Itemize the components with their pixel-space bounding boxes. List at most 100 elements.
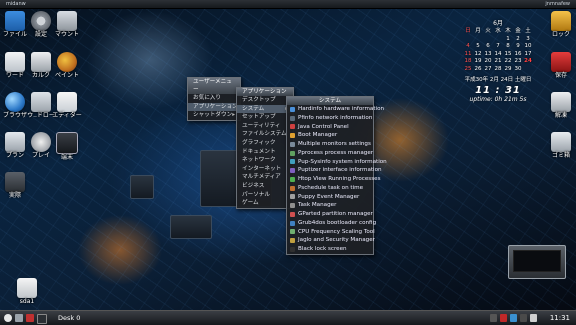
- desktop-icon-label: 実際: [8, 192, 21, 199]
- menu-item[interactable]: グラフィック: [237, 139, 293, 148]
- menu-item[interactable]: ネットワーク: [237, 156, 293, 165]
- menu-item[interactable]: マルチメディア: [237, 173, 293, 182]
- system-menu-item-label: Puppy Event Manager: [298, 193, 360, 200]
- app-icon: [290, 168, 295, 174]
- system-menu-title: システム: [287, 97, 373, 105]
- taskbar: Desk 0 11:31: [0, 310, 576, 325]
- applications-menu-title: アプリケーション: [237, 88, 293, 96]
- calendar-day: 21: [494, 58, 502, 64]
- system-menu-item[interactable]: Pfinfo network information: [287, 114, 373, 123]
- folder-icon: [5, 11, 25, 31]
- workspace-label[interactable]: Desk 0: [58, 311, 80, 325]
- app-icon: [290, 211, 295, 217]
- system-menu-item[interactable]: Puppy Event Manager: [287, 193, 373, 202]
- calendar-day: 26: [474, 65, 482, 72]
- menu-item[interactable]: セットアップ: [237, 113, 293, 122]
- monitor-screen: [513, 250, 561, 272]
- system-menu-item-label: CPU Frequency Scaling Tool: [298, 228, 375, 235]
- app-launcher-icon[interactable]: [26, 314, 34, 322]
- user-menu: ユーザーメニュー お気に入り アプリケーション ▸ シャットダウン: [187, 77, 241, 121]
- system-menu-item[interactable]: Java Control Panel: [287, 123, 373, 132]
- start-menu-icon[interactable]: [4, 314, 12, 322]
- system-menu-item[interactable]: Task Manager: [287, 201, 373, 210]
- system-menu: システム Hardinfo hardware information Pfinfo…: [286, 96, 387, 255]
- app-icon: [290, 220, 295, 226]
- menu-item[interactable]: アプリケーション ▸: [188, 102, 240, 118]
- desktop-icon-trash[interactable]: ゴミ箱: [546, 132, 576, 160]
- menu-item[interactable]: インターネット: [237, 165, 293, 174]
- terminal-icon: [56, 132, 78, 154]
- menu-item-label: システム: [242, 105, 265, 112]
- desktop-icon-editor[interactable]: エディター: [52, 92, 82, 120]
- menu-item[interactable]: ビジネス: [237, 182, 293, 191]
- show-desktop-icon[interactable]: [15, 314, 23, 322]
- system-menu-item[interactable]: Pprocess process manager: [287, 149, 373, 158]
- calendar-grid: 日月火水木金土 1 2 3 4 5 6 7 8 9 10 11 12 13 14 15 16 17 18 19 20 21…: [463, 28, 533, 73]
- calendar-day: [493, 36, 503, 44]
- system-menu-item[interactable]: CPU Frequency Scaling Tool: [287, 228, 375, 237]
- system-menu-item[interactable]: Pschedule task on time: [287, 184, 373, 193]
- menu-item[interactable]: お気に入り: [188, 94, 240, 103]
- menu-item-label: ユーティリティ: [242, 122, 281, 129]
- calendar-day: 15: [504, 50, 512, 57]
- desktop-icon-mount[interactable]: マウント: [52, 11, 82, 39]
- system-menu-item[interactable]: Boot Manager: [287, 131, 373, 140]
- menu-item-label: ビジネス: [242, 182, 265, 189]
- tray-usb-icon[interactable]: [520, 314, 527, 322]
- calendar-day: 7: [496, 43, 500, 49]
- desktop-icon-label: マウント: [54, 31, 79, 38]
- system-menu-item[interactable]: Puptizer interface information: [287, 166, 382, 175]
- system-menu-item-label: Multiple monitors settings: [298, 141, 371, 147]
- calendar-day: 13: [484, 50, 492, 57]
- app-icon: [290, 150, 295, 156]
- system-menu-item-label: Pfinfo network information: [298, 114, 373, 121]
- system-menu-item[interactable]: Black lock screen: [287, 245, 373, 254]
- desktop-icon-label: ロック: [551, 31, 570, 38]
- system-menu-item[interactable]: Pup-Sysinfo system information: [287, 158, 387, 167]
- system-menu-item[interactable]: GParted partition manager: [287, 210, 373, 219]
- system-menu-item[interactable]: Jaglo and Security Manager: [287, 236, 375, 245]
- desktop-icon-save[interactable]: 保存: [546, 52, 576, 80]
- desktop-icon-unpack[interactable]: 解凍: [546, 92, 576, 120]
- calendar-day: 17: [524, 50, 532, 57]
- app-icon: [290, 185, 295, 191]
- calendar-weekday: 土: [525, 28, 531, 34]
- calendar-weekday: 火: [485, 28, 491, 34]
- tray-network-icon[interactable]: [490, 314, 497, 322]
- gear-icon: [31, 11, 51, 31]
- tray-volume-icon[interactable]: [510, 314, 517, 322]
- desktop-icon-lock[interactable]: ロック: [546, 11, 576, 39]
- tray-battery-icon[interactable]: [530, 314, 537, 322]
- system-menu-item[interactable]: Multiple monitors settings: [287, 140, 373, 149]
- desktop-icon-paint[interactable]: ペイント: [52, 52, 82, 80]
- menu-item-label: ゲーム: [242, 200, 259, 207]
- wallpaper-chip: [170, 215, 212, 239]
- menu-item[interactable]: システム▸: [237, 104, 293, 114]
- calendar-weekday: 月: [475, 28, 481, 34]
- system-menu-item[interactable]: Hardinfo hardware information: [287, 105, 384, 114]
- system-menu-item[interactable]: Htop View Running Processes: [287, 175, 380, 184]
- desktop-icon-terminal[interactable]: 端末: [52, 132, 82, 162]
- desktop-icon-install[interactable]: 実際: [0, 172, 30, 200]
- menu-item[interactable]: ファイルシステム: [237, 130, 293, 139]
- tray-shield-icon[interactable]: [500, 314, 507, 322]
- wallpaper-chip: [130, 175, 154, 199]
- menu-item[interactable]: デスクトップ: [237, 96, 293, 105]
- menu-item[interactable]: ゲーム: [237, 199, 293, 208]
- taskbar-clock[interactable]: 11:31: [550, 311, 570, 325]
- system-menu-item-label: Pprocess process manager: [298, 149, 374, 156]
- menu-item-label: ファイルシステム: [242, 131, 287, 138]
- desktop-icon-label: 解凍: [554, 112, 567, 119]
- menu-item[interactable]: ユーティリティ: [237, 122, 293, 131]
- menu-item-label: デスクトップ: [242, 97, 276, 103]
- user-menu-title: ユーザーメニュー: [188, 78, 240, 94]
- desktop-icon-drive-sda1[interactable]: sda1: [12, 278, 42, 306]
- system-menu-item[interactable]: Grub4dos bootloader config: [287, 219, 376, 228]
- menu-item[interactable]: ドキュメント: [237, 148, 293, 157]
- terminal-launcher-icon[interactable]: [37, 314, 47, 324]
- system-menu-item-label: Pschedule task on time: [298, 184, 364, 191]
- calendar-day: 19: [474, 58, 482, 64]
- calendar-day: 24: [524, 58, 532, 64]
- menu-item[interactable]: パーソナル: [237, 191, 293, 200]
- calendar-day: 10: [524, 43, 532, 49]
